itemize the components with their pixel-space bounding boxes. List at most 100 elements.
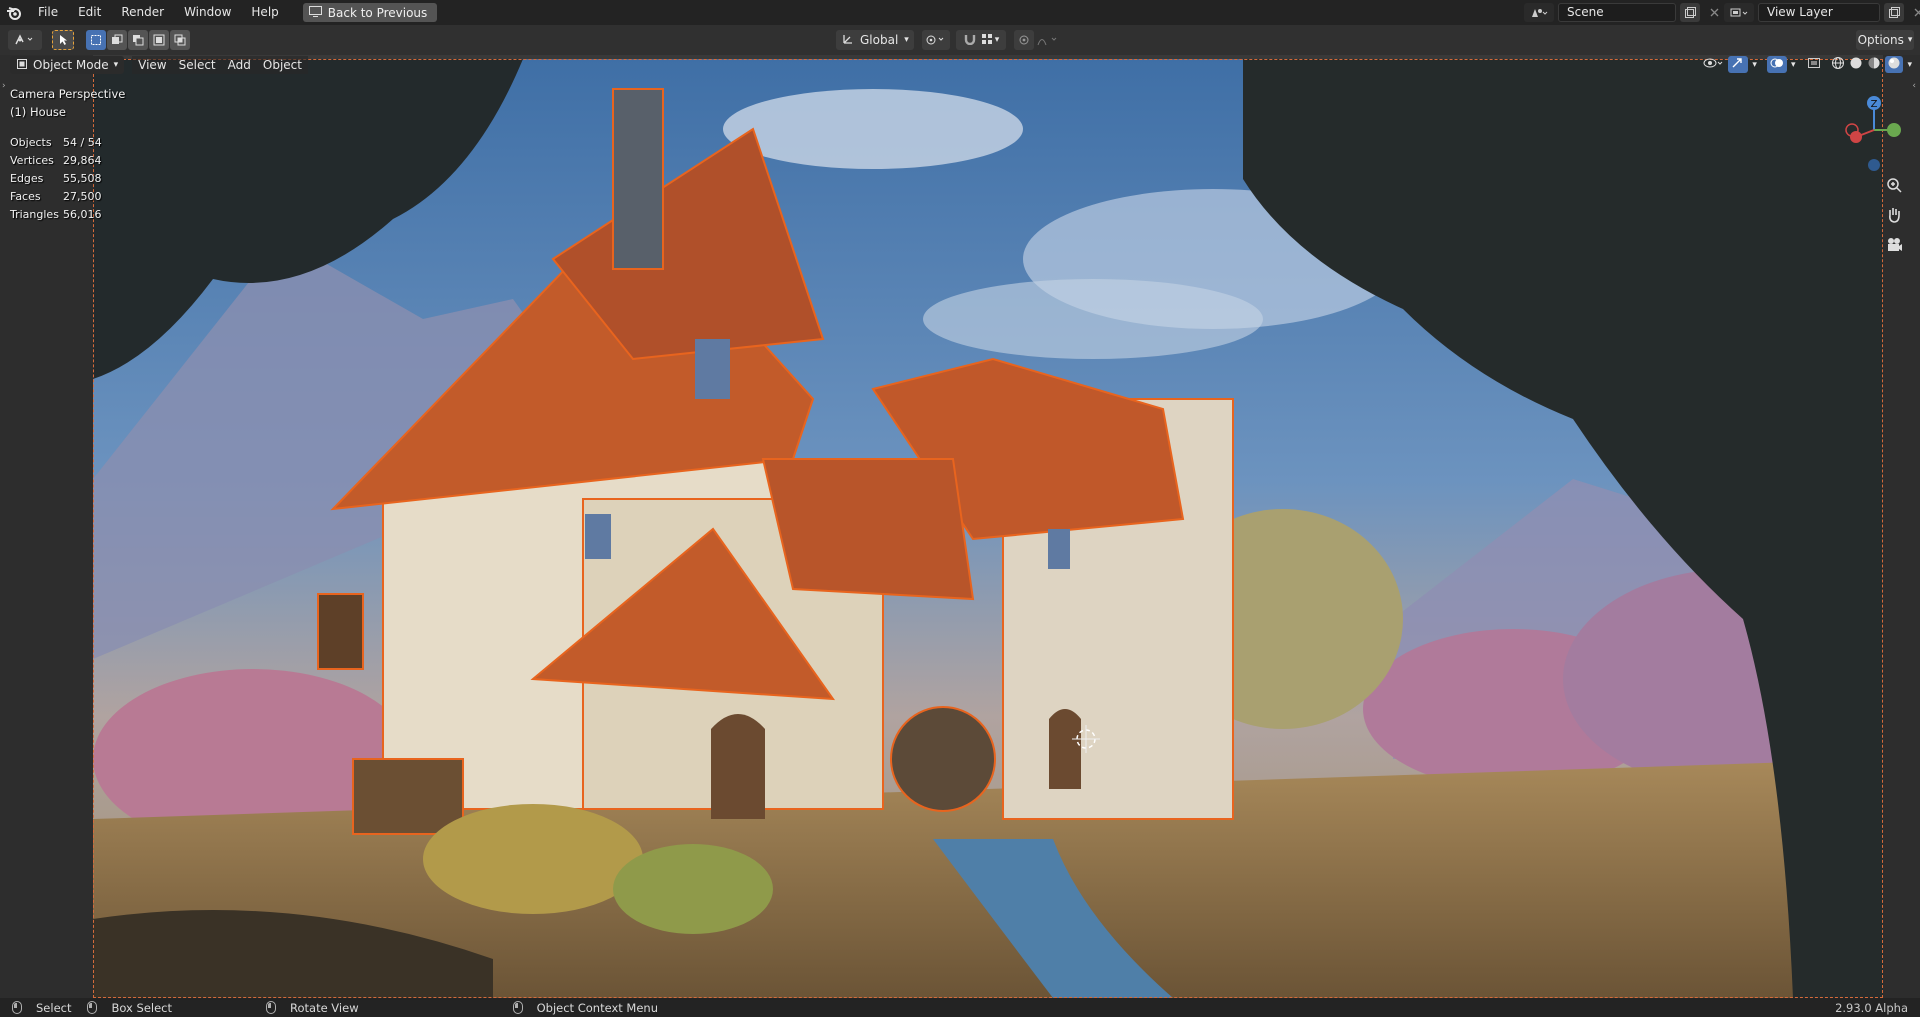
select-subtract-icon[interactable] [128,30,148,50]
falloff-icon[interactable] [1036,30,1066,50]
object-mode-icon [16,58,28,73]
blender-logo-icon[interactable] [0,0,28,25]
top-bar: File Edit Render Window Help Back to Pre… [0,0,1920,25]
menu-help[interactable]: Help [241,0,288,25]
viewport-header: Object Mode ▾ View Select Add Object ▾ ▾… [0,55,1920,75]
status-select: Select [12,1001,71,1015]
stat-row-objects: Objects 54 / 54 [10,133,102,151]
mouse-middle-icon [266,1001,276,1014]
chevron-down-icon: ▾ [1790,59,1796,70]
chevron-down-icon: ▾ [113,60,119,70]
solid-shading-icon[interactable] [1849,56,1863,73]
select-extend-icon[interactable] [107,30,127,50]
stat-label: Faces [10,189,41,203]
new-scene-icon[interactable] [1680,3,1700,22]
menu-render[interactable]: Render [111,0,174,25]
selection-mode-group [86,30,190,50]
pan-hand-icon[interactable] [1882,203,1906,227]
snapping-group: ▾ [956,30,1006,50]
camera-view-icon[interactable] [1882,233,1906,257]
scene-render [93,59,1883,998]
select-new-icon[interactable] [86,30,106,50]
xray-toggle-icon[interactable] [1807,57,1821,72]
options-dropdown[interactable]: Options ▾ [1856,30,1914,50]
camera-perspective-label: Camera Perspective [10,87,126,101]
viewport-shading-controls: ▾ ▾ ▾ [1702,56,1912,73]
statistics-overlay: Objects 54 / 54 Vertices 29,864 Edges 55,50… [10,133,102,223]
select-intersect-icon[interactable] [170,30,190,50]
options-label: Options [1857,33,1904,47]
chevron-down-icon: ▾ [1752,59,1757,70]
pivot-point-icon[interactable] [922,30,950,50]
stat-row-vertices: Vertices 29,864 [10,151,102,169]
stat-label: Objects [10,135,52,149]
orientation-label: Global [860,33,899,47]
stat-row-edges: Edges 55,508 [10,169,102,187]
mouse-left-icon [12,1001,22,1014]
chevron-down-icon: ▾ [904,35,909,45]
stat-value: 27,500 [63,189,102,203]
sidebar-expand-icon[interactable]: ‹ [1912,81,1916,91]
menu-file[interactable]: File [28,0,68,25]
status-box-select: Box Select [87,1001,172,1015]
3d-viewport[interactable]: Object Mode ▾ View Select Add Object ▾ ▾… [0,55,1920,998]
material-shading-icon[interactable] [1867,56,1881,73]
delete-view-layer-icon[interactable] [1908,3,1920,22]
menu-window[interactable]: Window [174,0,241,25]
screen-icon [308,5,322,20]
overlays-icon[interactable] [1766,56,1787,73]
object-mode-dropdown[interactable]: Object Mode ▾ [10,56,125,74]
mouse-drag-icon [87,1001,98,1014]
view-layer-browse-icon[interactable] [1724,3,1754,22]
delete-scene-icon[interactable] [1704,3,1724,22]
toolbar-expand-icon[interactable]: › [2,81,6,91]
status-select-label: Select [36,1000,72,1015]
scene-browse-icon[interactable] [1524,3,1554,22]
status-box-select-label: Box Select [111,1000,172,1015]
orientation-icon [842,33,854,48]
back-to-previous-label: Back to Previous [327,5,428,20]
stat-value: 54 / 54 [63,135,102,149]
gizmo-z-label: Z [1871,99,1878,110]
chevron-down-icon: ▾ [1907,59,1912,70]
viewport-menu-view[interactable]: View [132,56,173,74]
viewport-menu-select[interactable]: Select [172,56,222,74]
select-invert-icon[interactable] [149,30,169,50]
magnet-icon[interactable] [963,33,977,48]
select-tool-icon[interactable] [52,30,74,50]
status-bar: Select Box Select Rotate View Object Con… [0,998,1920,1017]
status-context-menu: Object Context Menu [512,1000,658,1015]
viewport-menu-object[interactable]: Object [256,56,308,74]
status-context-menu-label: Object Context Menu [536,1000,658,1015]
chevron-down-icon: ▾ [1907,35,1913,45]
view-layer-field[interactable]: View Layer [1758,3,1880,22]
stat-value: 55,508 [63,171,102,185]
scene-name-field[interactable]: Scene [1558,3,1676,22]
active-object-label: (1) House [10,105,66,119]
stat-row-triangles: Triangles 56,016 [10,205,102,223]
visibility-eye-icon[interactable] [1702,56,1724,73]
status-rotate-view-label: Rotate View [290,1000,359,1015]
stat-row-faces: Faces 27,500 [10,187,102,205]
scene-selector: Scene [1524,3,1724,22]
viewport-menu-add[interactable]: Add [221,56,257,74]
new-view-layer-icon[interactable] [1884,3,1904,22]
stat-label: Edges [10,171,44,185]
status-rotate-view: Rotate View [266,1001,359,1015]
back-to-previous-button[interactable]: Back to Previous [302,3,438,22]
stat-label: Triangles [10,207,59,221]
proportional-editing-icon[interactable] [1014,30,1034,50]
editor-type-icon[interactable] [8,30,42,50]
stat-value: 29,864 [63,153,102,167]
transform-orientation-dropdown[interactable]: Global ▾ [836,30,914,50]
mode-label: Object Mode [33,58,109,72]
mouse-right-icon [512,1001,523,1014]
gizmo-toggle-icon[interactable] [1728,56,1749,73]
chevron-down-icon: ▾ [994,35,1000,45]
snap-increment-icon[interactable] [981,33,993,48]
stat-label: Vertices [10,153,54,167]
menu-edit[interactable]: Edit [68,0,111,25]
rendered-shading-icon[interactable] [1885,56,1904,73]
zoom-icon[interactable] [1882,173,1906,197]
wireframe-shading-icon[interactable] [1831,56,1845,73]
